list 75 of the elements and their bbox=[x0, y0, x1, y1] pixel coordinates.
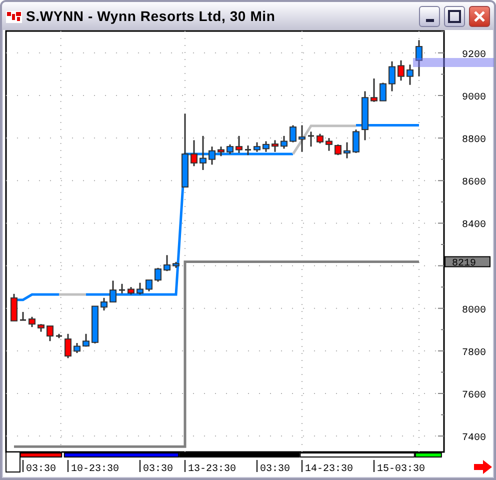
candle-body bbox=[352, 131, 360, 152]
candle-wick bbox=[355, 130, 357, 153]
maximize-icon bbox=[448, 10, 461, 22]
candle-wick bbox=[193, 140, 195, 166]
candle-body bbox=[92, 306, 98, 343]
x-axis-label: 14-23:30 bbox=[305, 464, 353, 475]
candle-body bbox=[388, 66, 396, 84]
candle-wick bbox=[76, 343, 78, 354]
close-icon bbox=[474, 10, 485, 22]
candle-wick bbox=[409, 64, 411, 85]
candle-wick bbox=[328, 138, 330, 151]
app-icon bbox=[6, 9, 22, 23]
minimize-button[interactable] bbox=[419, 6, 440, 26]
x-axis-label: 03:30 bbox=[143, 464, 173, 475]
candle-wick bbox=[265, 141, 267, 152]
candle-body bbox=[154, 268, 162, 281]
y-axis-label: 8400 bbox=[462, 220, 486, 232]
candle-body bbox=[380, 83, 386, 102]
y-axis-label: 8000 bbox=[462, 305, 486, 316]
candle-wick bbox=[301, 125, 303, 152]
y-axis-label: 9200 bbox=[462, 50, 486, 61]
candle-body bbox=[362, 97, 368, 130]
close-button[interactable] bbox=[469, 6, 490, 26]
y-axis-label: 9000 bbox=[462, 92, 486, 104]
candle-wick bbox=[103, 298, 105, 310]
candle-body bbox=[110, 290, 116, 302]
candle-wick bbox=[337, 144, 339, 156]
candle-body bbox=[64, 338, 72, 356]
y-axis-label: 7800 bbox=[462, 348, 486, 359]
candle-body bbox=[100, 301, 108, 308]
candle-wick bbox=[220, 146, 222, 156]
candle-wick bbox=[31, 316, 33, 328]
candle-wick bbox=[211, 146, 213, 165]
x-axis-label: 10-23:30 bbox=[71, 464, 119, 475]
candle-body bbox=[370, 97, 378, 102]
candle-wick bbox=[229, 144, 231, 154]
candle-wick bbox=[274, 140, 276, 152]
candle-wick bbox=[238, 136, 240, 153]
candle-wick bbox=[202, 136, 204, 170]
arrow-right-icon[interactable] bbox=[474, 460, 492, 474]
y-axis-label: 8600 bbox=[462, 178, 486, 189]
candle-wick bbox=[319, 134, 321, 144]
minimize-icon bbox=[426, 18, 434, 22]
candle-body bbox=[416, 46, 422, 61]
candle-body bbox=[10, 297, 18, 322]
candle-body bbox=[406, 69, 414, 77]
candle-body bbox=[290, 126, 296, 142]
candle-wick bbox=[346, 142, 348, 158]
candle-wick bbox=[310, 132, 312, 147]
y-axis-label: 7600 bbox=[462, 390, 486, 402]
x-axis-label: 15-03:30 bbox=[377, 464, 425, 475]
candle-wick bbox=[391, 61, 393, 92]
maximize-button[interactable] bbox=[444, 6, 465, 26]
candle-wick bbox=[418, 40, 420, 76]
candle-wick bbox=[373, 78, 375, 102]
candle-body bbox=[46, 326, 54, 336]
candle-wick bbox=[22, 312, 24, 320]
candle-wick bbox=[157, 268, 159, 282]
candle-wick bbox=[67, 334, 69, 358]
y-axis-label: 7400 bbox=[462, 433, 486, 444]
x-axis-label: 13-23:30 bbox=[188, 464, 236, 475]
candle-body bbox=[398, 65, 404, 77]
x-axis-label: 03:30 bbox=[260, 464, 290, 475]
candle-wick bbox=[166, 255, 168, 272]
x-axis-label: 03:30 bbox=[26, 464, 56, 475]
candle-body bbox=[146, 280, 152, 290]
last-price-marker: 8219 bbox=[444, 256, 490, 270]
candle-wick bbox=[292, 125, 294, 142]
candle-wick bbox=[400, 60, 402, 81]
candle-body bbox=[182, 154, 188, 188]
candle-wick bbox=[139, 282, 141, 294]
y-axis-label: 8800 bbox=[462, 135, 486, 146]
candle-wick bbox=[283, 136, 285, 149]
scroll-box[interactable] bbox=[6, 452, 20, 472]
window-title: S.WYNN - Wynn Resorts Ltd, 30 Min bbox=[26, 6, 276, 26]
